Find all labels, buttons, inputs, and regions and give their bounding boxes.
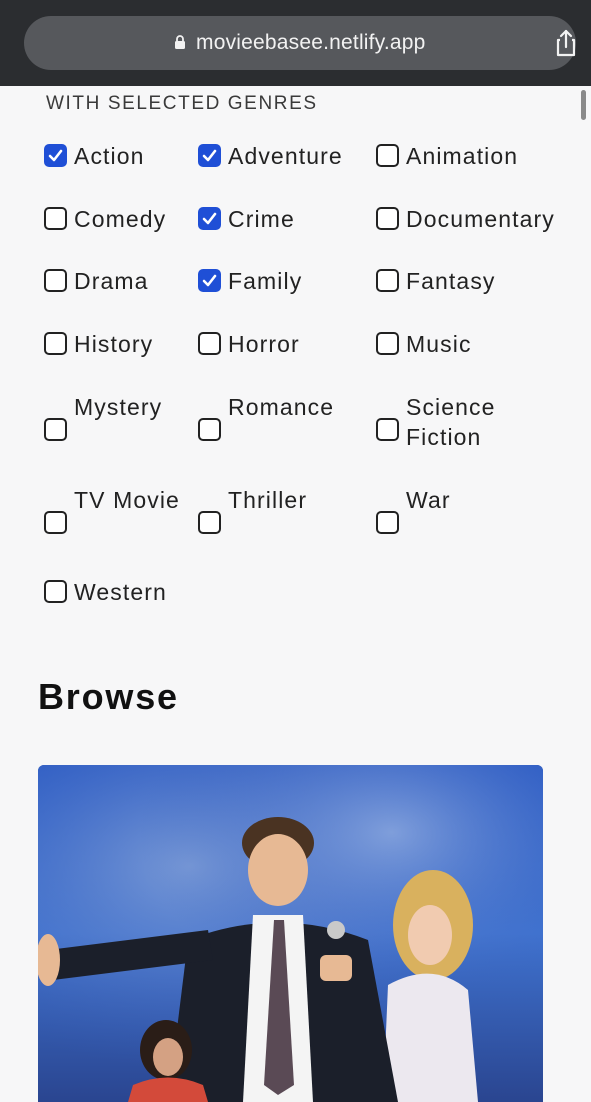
genre-label: Comedy — [74, 206, 167, 232]
browser-toolbar: movieebasee.netlify.app — [0, 0, 591, 86]
genre-checkbox[interactable] — [198, 418, 221, 441]
genre-option-history[interactable]: History — [44, 329, 194, 361]
genre-option-action[interactable]: Action — [44, 141, 194, 173]
genre-option-documentary[interactable]: Documentary — [376, 204, 554, 236]
genre-option-mystery[interactable]: Mystery — [44, 392, 194, 454]
genre-option-science-fiction[interactable]: Science Fiction — [376, 392, 526, 454]
genre-option-comedy[interactable]: Comedy — [44, 204, 194, 236]
genre-checkbox[interactable] — [376, 269, 399, 292]
genre-label: Animation — [406, 143, 519, 169]
genre-checkbox[interactable] — [376, 332, 399, 355]
genre-label: Thriller — [228, 487, 308, 513]
genre-option-drama[interactable]: Drama — [44, 266, 194, 298]
genre-option-music[interactable]: Music — [376, 329, 526, 361]
checkmark-icon — [202, 274, 217, 287]
genre-label: Family — [228, 268, 303, 294]
genre-checkbox[interactable] — [198, 144, 221, 167]
genre-label: TV Movie — [74, 487, 180, 513]
movie-poster[interactable] — [38, 765, 543, 1102]
genre-label: Horror — [228, 331, 300, 357]
address-bar[interactable]: movieebasee.netlify.app — [24, 16, 576, 70]
genre-checkbox[interactable] — [44, 144, 67, 167]
genre-label: Action — [74, 143, 145, 169]
genres-heading: WITH SELECTED GENRES — [46, 93, 318, 114]
genre-checkbox[interactable] — [44, 269, 67, 292]
genre-checkbox[interactable] — [376, 418, 399, 441]
genre-checkbox[interactable] — [44, 418, 67, 441]
genre-option-tv-movie[interactable]: TV Movie — [44, 485, 194, 547]
genre-option-animation[interactable]: Animation — [376, 141, 526, 173]
checkmark-icon — [202, 212, 217, 225]
genre-label: History — [74, 331, 154, 357]
genre-checkbox[interactable] — [44, 580, 67, 603]
genre-label: Western — [74, 579, 167, 605]
lock-icon — [175, 35, 185, 49]
genre-checkbox[interactable] — [198, 269, 221, 292]
genre-option-adventure[interactable]: Adventure — [198, 141, 348, 173]
genre-label: Science Fiction — [406, 394, 496, 450]
browse-title: Browse — [38, 676, 179, 717]
genre-option-horror[interactable]: Horror — [198, 329, 348, 361]
genre-option-fantasy[interactable]: Fantasy — [376, 266, 526, 298]
genre-label: Drama — [74, 268, 149, 294]
genre-option-crime[interactable]: Crime — [198, 204, 348, 236]
genre-checkbox[interactable] — [198, 511, 221, 534]
checkmark-icon — [202, 149, 217, 162]
genre-label: Crime — [228, 206, 295, 232]
genre-option-war[interactable]: War — [376, 485, 526, 547]
checkmark-icon — [48, 149, 63, 162]
genre-label: Adventure — [228, 143, 343, 169]
genre-checkbox[interactable] — [44, 207, 67, 230]
share-icon[interactable] — [550, 27, 582, 59]
genre-option-western[interactable]: Western — [44, 577, 194, 609]
genre-option-romance[interactable]: Romance — [198, 392, 348, 454]
genre-checkbox[interactable] — [198, 332, 221, 355]
genre-checkbox[interactable] — [376, 511, 399, 534]
url-text: movieebasee.netlify.app — [196, 31, 426, 54]
genre-checkbox[interactable] — [376, 207, 399, 230]
genre-label: Documentary — [406, 206, 555, 232]
page-scrollbar[interactable] — [581, 90, 586, 120]
genre-checkbox[interactable] — [376, 144, 399, 167]
genre-checkbox[interactable] — [44, 511, 67, 534]
genre-checkbox[interactable] — [198, 207, 221, 230]
genre-label: Mystery — [74, 394, 163, 420]
genre-checkbox[interactable] — [44, 332, 67, 355]
genre-label: Romance — [228, 394, 335, 420]
genre-label: Fantasy — [406, 268, 496, 294]
poster-image — [38, 765, 543, 1102]
genre-option-family[interactable]: Family — [198, 266, 348, 298]
genre-label: Music — [406, 331, 472, 357]
genre-option-thriller[interactable]: Thriller — [198, 485, 348, 547]
genre-label: War — [406, 487, 451, 513]
